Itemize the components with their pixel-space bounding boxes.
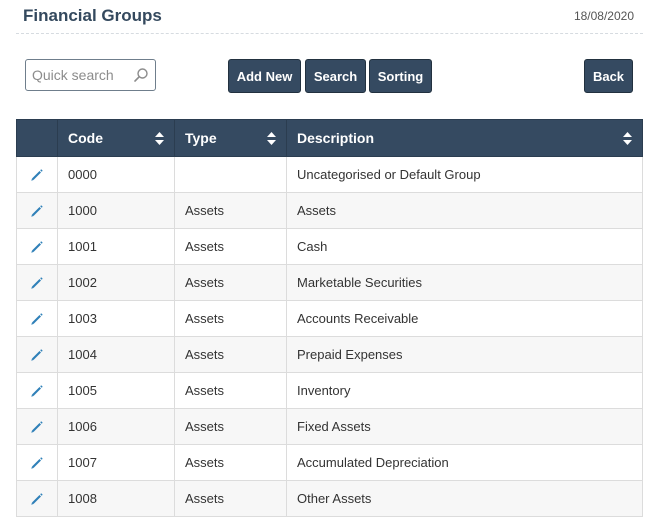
header-divider xyxy=(16,33,643,34)
edit-cell[interactable] xyxy=(16,336,58,373)
sorting-button[interactable]: Sorting xyxy=(369,59,432,93)
cell-description: Accounts Receivable xyxy=(286,300,643,337)
table-row[interactable]: 1001 Assets Cash xyxy=(16,228,643,265)
cell-description: Prepaid Expenses xyxy=(286,336,643,373)
column-header-description[interactable]: Description xyxy=(286,119,643,157)
edit-cell[interactable] xyxy=(16,228,58,265)
pencil-icon[interactable] xyxy=(30,204,44,218)
pencil-icon[interactable] xyxy=(30,168,44,182)
cell-code: 1004 xyxy=(57,336,175,373)
sort-arrows-icon[interactable] xyxy=(623,132,632,145)
pencil-icon[interactable] xyxy=(30,492,44,506)
quick-search-input[interactable] xyxy=(26,60,136,90)
table-row[interactable]: 1005 Assets Inventory xyxy=(16,372,643,409)
pencil-icon[interactable] xyxy=(30,348,44,362)
edit-cell[interactable] xyxy=(16,480,58,517)
column-header-label: Code xyxy=(68,130,103,146)
back-button[interactable]: Back xyxy=(584,59,633,93)
table-row[interactable]: 1008 Assets Other Assets xyxy=(16,480,643,517)
table-row[interactable]: 1002 Assets Marketable Securities xyxy=(16,264,643,301)
cell-description: Inventory xyxy=(286,372,643,409)
cell-type: Assets xyxy=(174,444,287,481)
cell-code: 0000 xyxy=(57,156,175,193)
cell-code: 1007 xyxy=(57,444,175,481)
edit-cell[interactable] xyxy=(16,300,58,337)
sort-arrows-icon[interactable] xyxy=(267,132,276,145)
edit-cell[interactable] xyxy=(16,444,58,481)
page-title: Financial Groups xyxy=(23,6,162,25)
cell-type: Assets xyxy=(174,408,287,445)
edit-cell[interactable] xyxy=(16,372,58,409)
table-row[interactable]: 1000 Assets Assets xyxy=(16,192,643,229)
table-row[interactable]: 0000 Uncategorised or Default Group xyxy=(16,156,643,193)
edit-cell[interactable] xyxy=(16,264,58,301)
cell-code: 1000 xyxy=(57,192,175,229)
cell-description: Other Assets xyxy=(286,480,643,517)
cell-type: Assets xyxy=(174,336,287,373)
table-body: 0000 Uncategorised or Default Group 1000 As… xyxy=(16,156,643,517)
cell-description: Marketable Securities xyxy=(286,264,643,301)
pencil-icon[interactable] xyxy=(30,420,44,434)
column-header-code[interactable]: Code xyxy=(57,119,175,157)
table-row[interactable]: 1006 Assets Fixed Assets xyxy=(16,408,643,445)
pencil-icon[interactable] xyxy=(30,240,44,254)
search-button[interactable]: Search xyxy=(305,59,366,93)
cell-type: Assets xyxy=(174,300,287,337)
cell-description: Fixed Assets xyxy=(286,408,643,445)
column-header-label: Type xyxy=(185,130,217,146)
sort-arrows-icon[interactable] xyxy=(155,132,164,145)
cell-code: 1006 xyxy=(57,408,175,445)
cell-type: Assets xyxy=(174,228,287,265)
cell-code: 1001 xyxy=(57,228,175,265)
cell-type: Assets xyxy=(174,264,287,301)
quick-search-box[interactable] xyxy=(25,59,156,91)
cell-description: Uncategorised or Default Group xyxy=(286,156,643,193)
edit-cell[interactable] xyxy=(16,408,58,445)
edit-cell[interactable] xyxy=(16,156,58,193)
pencil-icon[interactable] xyxy=(30,312,44,326)
cell-code: 1008 xyxy=(57,480,175,517)
financial-groups-table: Code Type Description 0000 Uncategorised … xyxy=(16,119,643,517)
cell-type: Assets xyxy=(174,192,287,229)
cell-description: Accumulated Depreciation xyxy=(286,444,643,481)
table-row[interactable]: 1007 Assets Accumulated Depreciation xyxy=(16,444,643,481)
table-row[interactable]: 1004 Assets Prepaid Expenses xyxy=(16,336,643,373)
add-new-button[interactable]: Add New xyxy=(228,59,301,93)
pencil-icon[interactable] xyxy=(30,456,44,470)
column-header-edit xyxy=(16,119,58,157)
edit-cell[interactable] xyxy=(16,192,58,229)
cell-description: Cash xyxy=(286,228,643,265)
column-header-type[interactable]: Type xyxy=(174,119,287,157)
cell-code: 1003 xyxy=(57,300,175,337)
cell-type: Assets xyxy=(174,372,287,409)
cell-code: 1005 xyxy=(57,372,175,409)
table-header-row: Code Type Description xyxy=(16,119,643,157)
cell-code: 1002 xyxy=(57,264,175,301)
cell-type: Assets xyxy=(174,480,287,517)
column-header-label: Description xyxy=(297,130,375,146)
search-icon[interactable] xyxy=(133,67,149,83)
cell-type xyxy=(174,156,287,193)
page-date: 18/08/2020 xyxy=(573,9,634,23)
table-row[interactable]: 1003 Assets Accounts Receivable xyxy=(16,300,643,337)
pencil-icon[interactable] xyxy=(30,384,44,398)
cell-description: Assets xyxy=(286,192,643,229)
pencil-icon[interactable] xyxy=(30,276,44,290)
